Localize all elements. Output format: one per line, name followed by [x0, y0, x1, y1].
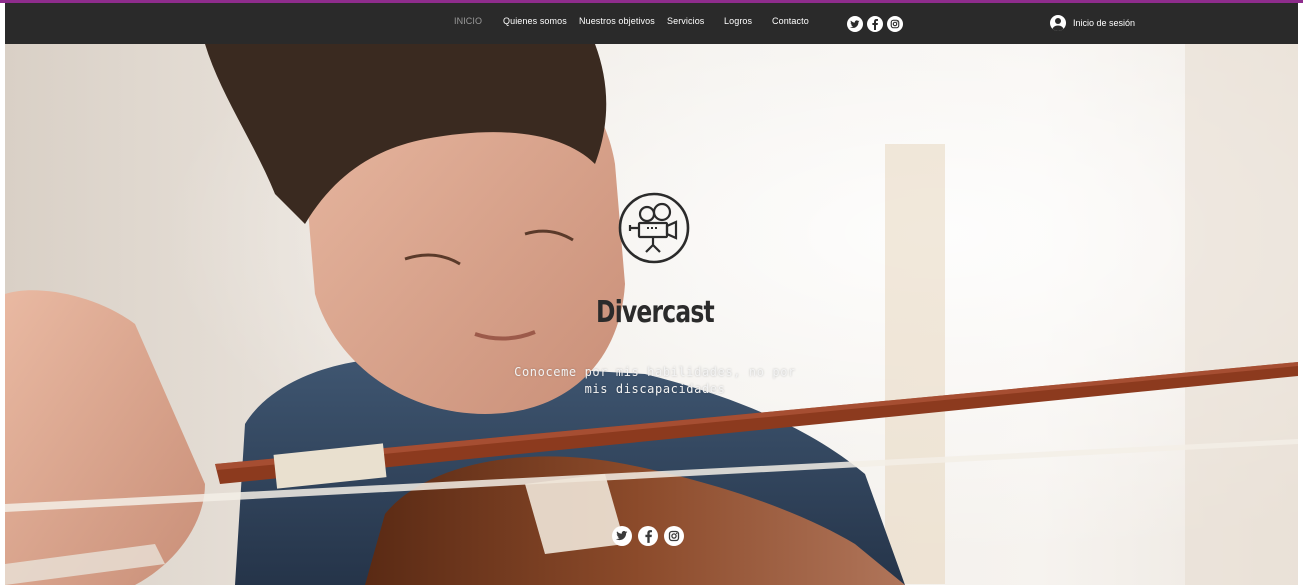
- nav-link-nuestros-objetivos[interactable]: Nuestros objetivos: [579, 16, 655, 26]
- nav-link-logros[interactable]: Logros: [724, 16, 752, 26]
- nav-link-inicio[interactable]: INICIO: [454, 16, 482, 26]
- twitter-icon[interactable]: [612, 526, 632, 546]
- brand-title: Divercast: [596, 295, 715, 330]
- login-label: Inicio de sesión: [1073, 18, 1136, 28]
- instagram-icon[interactable]: [664, 526, 684, 546]
- login-link[interactable]: Inicio de sesión: [1050, 15, 1135, 31]
- hero-tagline: Conoceme por mis habilidades, no por mis…: [510, 364, 800, 398]
- film-camera-icon: [618, 192, 690, 264]
- facebook-icon[interactable]: [638, 526, 658, 546]
- facebook-icon[interactable]: [867, 16, 883, 32]
- nav-link-quienes-somos[interactable]: Quienes somos: [503, 16, 567, 26]
- top-navbar: INICIO Quienes somos Nuestros objetivos …: [5, 3, 1298, 44]
- tagline-line-1: Conoceme por mis habilidades, no por: [514, 365, 796, 379]
- twitter-icon[interactable]: [847, 16, 863, 32]
- user-avatar-icon: [1050, 15, 1066, 31]
- tagline-line-2: mis discapacidades: [584, 382, 726, 396]
- instagram-icon[interactable]: [887, 16, 903, 32]
- nav-link-servicios[interactable]: Servicios: [667, 16, 704, 26]
- page: INICIO Quienes somos Nuestros objetivos …: [0, 0, 1303, 585]
- nav-social-links: [847, 16, 903, 32]
- hero-section: Divercast Conoceme por mis habilidades, …: [5, 44, 1298, 585]
- nav-link-contacto[interactable]: Contacto: [772, 16, 809, 26]
- hero-social-links: [612, 526, 684, 546]
